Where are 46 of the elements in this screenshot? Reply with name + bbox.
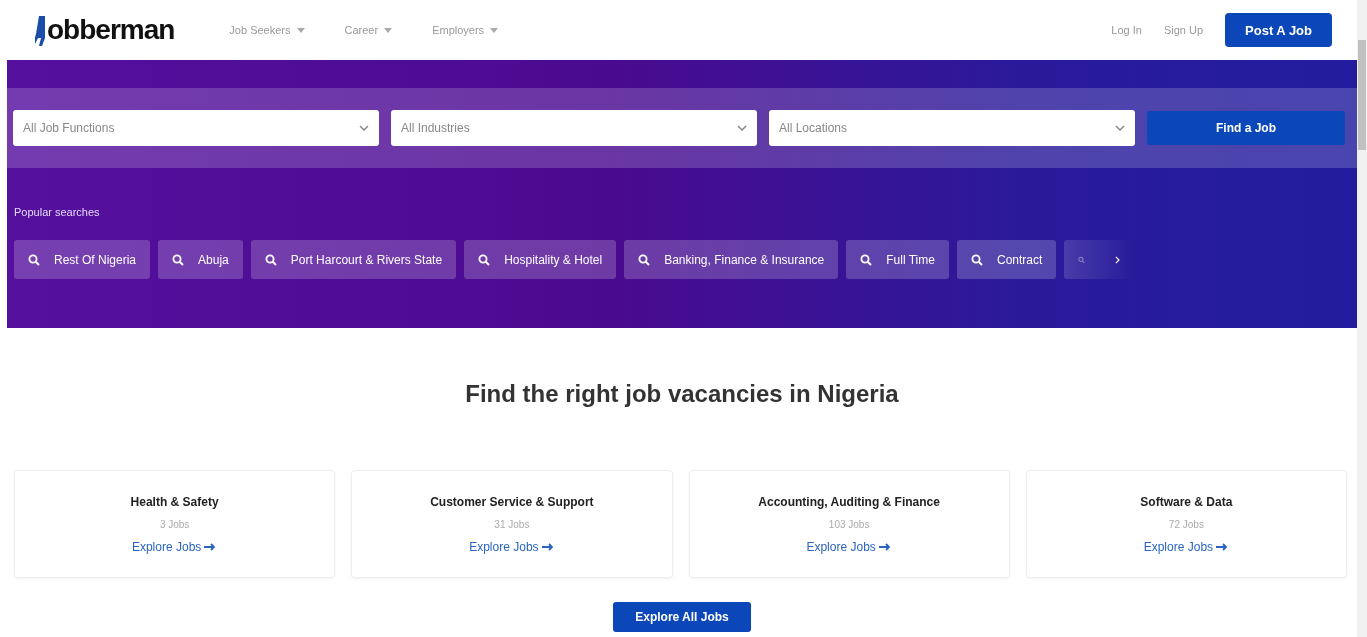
select-field[interactable]: All Job Functions [13,110,379,146]
chevron-down-icon [737,125,747,131]
select-field[interactable]: All Locations [769,110,1135,146]
scrollbar[interactable] [1357,0,1367,637]
arrow-right-icon [878,542,892,551]
explore-all-jobs-button[interactable]: Explore All Jobs [613,602,751,632]
search-icon [638,253,651,266]
search-chip[interactable]: Full Time [846,240,949,279]
explore-jobs-link[interactable]: Explore Jobs [131,539,218,554]
search-chip[interactable]: Hospitality & Hotel [464,240,617,279]
arrow-right-icon [1216,542,1230,551]
arrow-right-icon [541,542,555,551]
chevron-down-icon [1115,125,1125,131]
chevron-down-icon [359,125,369,131]
search-chip[interactable]: Rest Of Nigeria [14,240,151,279]
job-count: 31 Jobs [494,518,530,530]
search-icon [264,253,277,266]
figure-icon [35,16,47,46]
search-icon [478,253,491,266]
post-job-button[interactable]: Post A Job [1225,13,1332,47]
search-icon [860,253,873,266]
search-chip[interactable]: Port Harcourt & Rivers State [250,240,457,279]
caret-icon [490,27,499,33]
caret-icon [384,27,393,33]
arrow-right-icon [204,542,218,551]
search-icon [28,253,40,266]
job-count: 3 Jobs [159,518,190,530]
category-title: Customer Service & Support [430,494,594,509]
job-count: 103 Jobs [828,518,870,530]
search-chip[interactable]: Contract [956,240,1057,279]
search-chip[interactable]: Banking, Finance & Insurance [624,240,839,279]
category-title: Health & Safety [130,494,219,509]
search-icon [970,253,983,266]
page-heading: Find the right job vacancies in Nigeria [464,380,900,408]
search-icon [172,253,185,266]
caret-icon [296,27,305,33]
explore-jobs-link[interactable]: Explore Jobs [1143,539,1230,554]
job-count: 72 Jobs [1168,518,1204,530]
category-title: Accounting, Auditing & Finance [758,494,940,509]
explore-jobs-link[interactable]: Explore Jobs [469,539,555,554]
category-title: Software & Data [1140,494,1233,509]
find-job-button[interactable]: Find a Job [1147,111,1345,145]
search-chip[interactable]: Abuja [158,240,243,279]
popular-searches-title: Popular searches [14,206,101,218]
select-field[interactable]: All Industries [391,110,757,146]
explore-jobs-link[interactable]: Explore Jobs [806,539,892,554]
